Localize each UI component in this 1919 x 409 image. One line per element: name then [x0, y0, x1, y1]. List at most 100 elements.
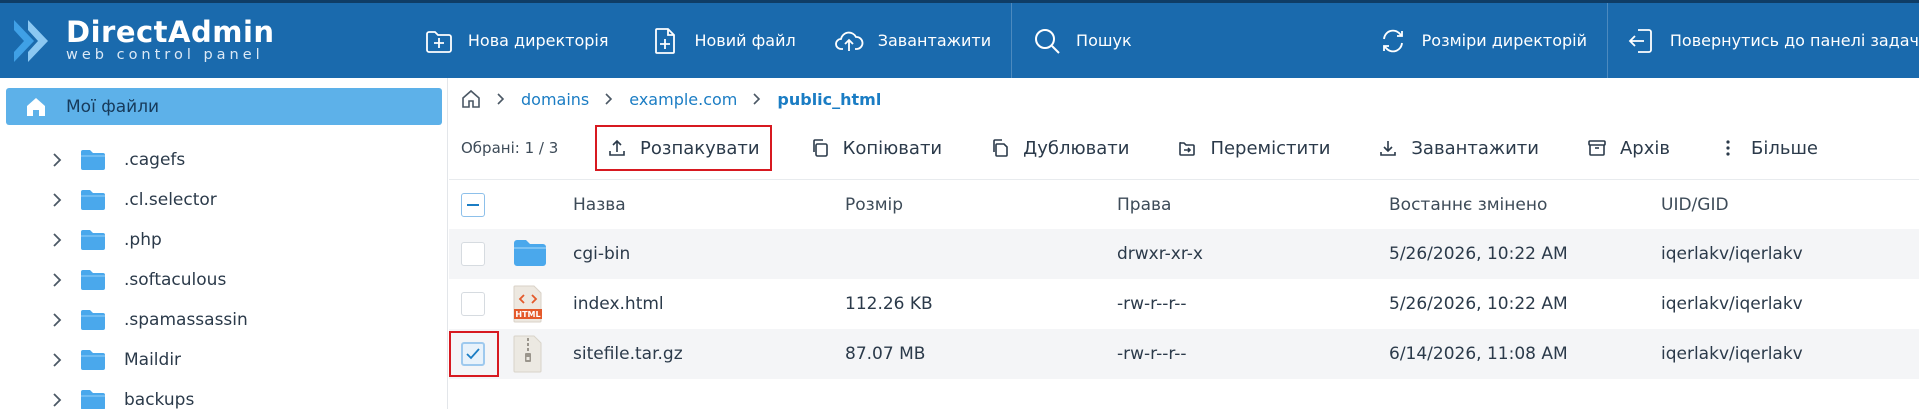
tree-item-label: .spamassassin [124, 310, 248, 330]
html-icon-label: HTML [515, 310, 540, 319]
chevron-right-icon[interactable] [50, 153, 64, 167]
home-outline-icon[interactable] [461, 89, 481, 109]
table-row[interactable]: HTML index.html 112.26 KB -rw-r--r-- 5/2… [449, 279, 1919, 329]
search-icon [1035, 28, 1060, 54]
file-name[interactable]: cgi-bin [573, 244, 630, 264]
new-file-button[interactable]: Новий файл [650, 3, 796, 78]
tree-item-label: .php [124, 230, 162, 250]
file-permissions: drwxr-xr-x [1117, 244, 1203, 264]
folder-icon [81, 190, 105, 210]
top-header: DirectAdmin web control panel Нова дирек… [0, 0, 1919, 78]
column-header-uid-gid[interactable]: UID/GID [1661, 195, 1729, 215]
chevron-right-icon[interactable] [50, 193, 64, 207]
more-button[interactable]: Більше [1708, 126, 1828, 170]
file-size: 87.07 MB [845, 344, 926, 364]
more-vertical-icon [1726, 140, 1730, 156]
move-label: Перемістити [1210, 137, 1331, 159]
home-icon [27, 97, 45, 116]
column-header-name[interactable]: Назва [573, 195, 626, 215]
new-directory-button[interactable]: Нова директорія [424, 3, 609, 78]
folder-icon [81, 270, 105, 290]
folder-plus-icon [425, 30, 452, 53]
upload-button[interactable]: Завантажити [834, 3, 991, 78]
file-modified: 5/26/2026, 10:22 AM [1389, 244, 1568, 264]
sidebar: Мої файли .cagefs .cl.selector .php .sof… [0, 78, 448, 409]
back-to-dashboard-label: Повернутись до панелі задач [1669, 31, 1919, 50]
copy-button[interactable]: Копіювати [800, 126, 953, 170]
copy-icon [812, 139, 828, 157]
sidebar-tree-item-maildir[interactable]: Maildir [0, 340, 440, 380]
search-label: Пошук [1076, 31, 1132, 50]
sidebar-tree-item-cagefs[interactable]: .cagefs [0, 140, 440, 180]
sidebar-tree-item-backups[interactable]: backups [0, 380, 440, 409]
breadcrumb-link-domains[interactable]: domains [521, 90, 589, 109]
breadcrumb-link-example-com[interactable]: example.com [629, 90, 737, 109]
sidebar-tree-item-softaculous[interactable]: .softaculous [0, 260, 440, 300]
archive-label: Архів [1619, 137, 1670, 159]
table-row[interactable]: sitefile.tar.gz 87.07 MB -rw-r--r-- 6/14… [449, 329, 1919, 379]
extract-label: Розпакувати [640, 137, 760, 159]
row-checkbox[interactable] [461, 342, 485, 366]
move-button[interactable]: Перемістити [1167, 126, 1340, 170]
new-directory-label: Нова директорія [467, 31, 609, 50]
search-button[interactable]: Пошук [1032, 3, 1132, 78]
row-checkbox[interactable] [461, 242, 485, 266]
back-to-dashboard-button[interactable]: Повернутись до панелі задач [1626, 3, 1919, 78]
column-header-modified[interactable]: Востаннє змінено [1389, 195, 1547, 215]
table-row[interactable]: cgi-bin drwxr-xr-x 5/26/2026, 10:22 AM i… [449, 229, 1919, 279]
file-name[interactable]: sitefile.tar.gz [573, 344, 683, 364]
duplicate-button[interactable]: Дублювати [980, 126, 1139, 170]
selection-toolbar: Обрані: 1 / 3 Розпакувати Копіювати Дубл… [449, 122, 1919, 174]
download-label: Завантажити [1411, 137, 1539, 159]
chevron-right-icon [497, 93, 505, 105]
sidebar-item-my-files[interactable]: Мої файли [6, 88, 442, 125]
folder-icon [514, 240, 546, 266]
upload-arrow-icon [609, 139, 625, 156]
download-icon [1380, 141, 1397, 156]
archive-file-icon [513, 335, 542, 373]
chevron-right-icon [753, 93, 761, 105]
sidebar-tree-item-cl-selector[interactable]: .cl.selector [0, 180, 440, 220]
chevron-right-icon[interactable] [50, 313, 64, 327]
file-plus-icon [655, 27, 676, 54]
logo[interactable]: DirectAdmin web control panel [0, 3, 410, 78]
folder-icon [81, 230, 105, 250]
cloud-upload-icon [834, 31, 864, 51]
checkmark-icon [466, 348, 480, 360]
sidebar-item-label: Мої файли [66, 96, 160, 117]
column-header-size[interactable]: Розмір [845, 195, 903, 215]
directory-sizes-label: Розміри директорій [1421, 31, 1587, 50]
folder-icon [81, 350, 105, 370]
extract-button[interactable]: Розпакувати [595, 125, 772, 171]
column-header-permissions[interactable]: Права [1117, 195, 1171, 215]
download-button[interactable]: Завантажити [1368, 126, 1549, 170]
sidebar-tree-item-spamassassin[interactable]: .spamassassin [0, 300, 440, 340]
sign-out-icon [1628, 28, 1652, 53]
duplicate-icon [993, 139, 1008, 157]
directadmin-logo-icon [14, 19, 48, 62]
select-all-checkbox[interactable] [461, 193, 485, 217]
table-header: Назва Розмір Права Востаннє змінено UID/… [449, 179, 1919, 229]
folder-icon [81, 150, 105, 170]
chevron-right-icon[interactable] [50, 273, 64, 287]
file-modified: 5/26/2026, 10:22 AM [1389, 294, 1568, 314]
file-name[interactable]: index.html [573, 294, 664, 314]
row-checkbox[interactable] [461, 292, 485, 316]
chevron-right-icon[interactable] [50, 353, 64, 367]
move-file-icon [1179, 142, 1196, 156]
file-owner: iqerlakv/iqerlakv [1661, 344, 1803, 364]
chevron-right-icon [605, 93, 613, 105]
file-permissions: -rw-r--r-- [1117, 344, 1187, 364]
folder-icon [81, 310, 105, 330]
chevron-right-icon[interactable] [50, 233, 64, 247]
tree-item-label: backups [124, 390, 195, 409]
file-owner: iqerlakv/iqerlakv [1661, 294, 1803, 314]
sidebar-tree-item-php[interactable]: .php [0, 220, 440, 260]
file-owner: iqerlakv/iqerlakv [1661, 244, 1803, 264]
chevron-right-icon[interactable] [50, 393, 64, 407]
upload-label: Завантажити [877, 31, 992, 50]
directory-sizes-button[interactable]: Розміри директорій [1378, 3, 1587, 78]
archive-button[interactable]: Архів [1577, 126, 1680, 170]
more-label: Більше [1751, 137, 1819, 159]
archive-box-icon [1588, 140, 1606, 156]
